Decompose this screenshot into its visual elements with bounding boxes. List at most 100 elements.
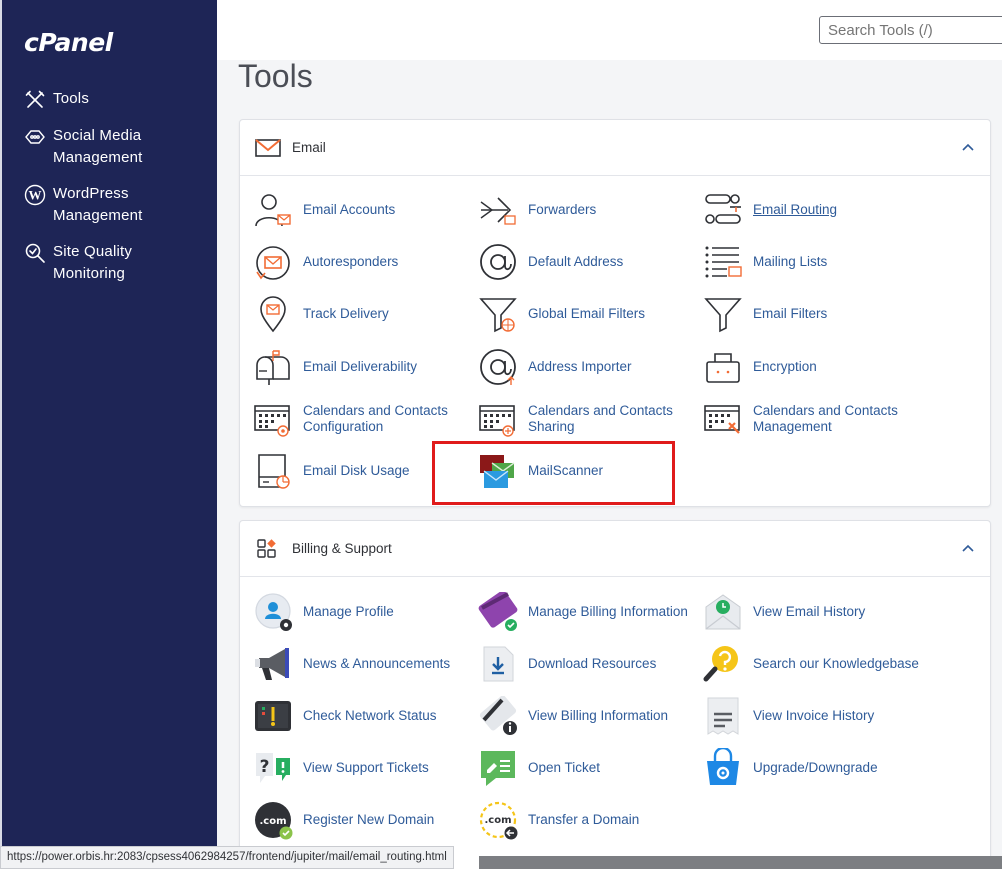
tool-label: Encryption — [753, 359, 817, 374]
sidebar-item-label: Social Media Management — [53, 127, 143, 166]
email-tool-email-disk-usage[interactable]: Email Disk Usage — [253, 451, 410, 491]
billing-tool-transfer-a-domain[interactable]: .com Transfer a Domain — [478, 800, 639, 840]
bottom-strip — [479, 856, 1002, 869]
billing-info-icon — [478, 696, 518, 736]
email-tool-address-importer[interactable]: Address Importer — [478, 347, 632, 387]
email-panel-header[interactable]: Email — [240, 120, 990, 176]
tool-label: News & Announcements — [303, 656, 451, 671]
tool-label: Upgrade/Downgrade — [753, 760, 878, 775]
email-tool-email-deliverability[interactable]: Email Deliverability — [253, 347, 417, 387]
tool-label: View Support Tickets — [303, 760, 429, 775]
email-tool-encryption[interactable]: Encryption — [703, 347, 817, 387]
tool-label: View Invoice History — [753, 708, 875, 723]
sidebar-item-label: Site Quality Monitoring — [53, 243, 133, 282]
calendars-management-icon — [703, 399, 743, 439]
billing-tool-open-ticket[interactable]: Open Ticket — [478, 748, 600, 788]
sidebar-item-site-quality[interactable]: Site Quality Monitoring — [2, 241, 217, 285]
email-tool-email-filters[interactable]: Email Filters — [703, 294, 827, 334]
billing-tool-upgrade-downgrade[interactable]: Upgrade/Downgrade — [703, 748, 878, 788]
tool-label: Manage Billing Information — [528, 604, 688, 619]
tool-label: Track Delivery — [303, 306, 389, 321]
page-title: Tools — [238, 58, 313, 94]
mailing-lists-icon — [703, 242, 743, 282]
email-routing-icon — [703, 190, 743, 230]
tool-label: Forwarders — [528, 202, 597, 217]
sidebar-item-tools[interactable]: Tools — [2, 88, 217, 111]
tool-label: Download Resources — [528, 656, 657, 671]
billing-tool-view-email-history[interactable]: View Email History — [703, 592, 865, 632]
address-importer-icon — [478, 347, 518, 387]
manage-profile-icon — [253, 592, 293, 632]
svg-text:W: W — [29, 188, 42, 203]
chevron-up-icon[interactable] — [962, 142, 974, 152]
billing-tool-register-new-domain[interactable]: .com Register New Domain — [253, 800, 434, 840]
billing-tool-download-resources[interactable]: Download Resources — [478, 644, 656, 684]
invoice-history-icon — [703, 696, 743, 736]
encryption-icon — [703, 347, 743, 387]
search-input[interactable] — [819, 16, 1002, 44]
email-tool-calendars-and-contacts-sharing[interactable]: Calendars and Contacts Sharing — [478, 399, 673, 439]
tool-label: Email Accounts — [303, 202, 396, 217]
billing-panel-header[interactable]: Billing & Support — [240, 521, 990, 577]
email-tool-email-accounts[interactable]: Email Accounts — [253, 190, 395, 230]
tool-label: Calendars and Contacts Configuration — [303, 403, 448, 434]
open-ticket-icon — [478, 748, 518, 788]
chevron-up-icon[interactable] — [962, 543, 974, 553]
sidebar-item-wordpress[interactable]: W WordPress Management — [2, 183, 217, 227]
svg-text:.com: .com — [484, 815, 511, 826]
billing-tool-news-and-announcements[interactable]: News & Announcements — [253, 644, 450, 684]
email-tool-calendars-and-contacts-management[interactable]: Calendars and Contacts Management — [703, 399, 898, 439]
autoresponders-icon — [253, 242, 293, 282]
tool-label: Email Disk Usage — [303, 463, 410, 478]
billing-tool-check-network-status[interactable]: Check Network Status — [253, 696, 437, 736]
grid-icon — [257, 539, 276, 558]
email-tool-calendars-and-contacts-configuration[interactable]: Calendars and Contacts Configuration — [253, 399, 448, 439]
email-tool-global-email-filters[interactable]: Global Email Filters — [478, 294, 645, 334]
sidebar-item-label: Tools — [53, 90, 90, 107]
tool-label: Default Address — [528, 254, 624, 269]
global-email-filters-icon — [478, 294, 518, 334]
email-tool-mailing-lists[interactable]: Mailing Lists — [703, 242, 827, 282]
sidebar-item-label: WordPress Management — [53, 185, 143, 224]
tool-label: Email Deliverability — [303, 359, 418, 374]
billing-tool-view-invoice-history[interactable]: View Invoice History — [703, 696, 874, 736]
email-filters-icon — [703, 294, 743, 334]
download-icon — [478, 644, 518, 684]
email-tool-track-delivery[interactable]: Track Delivery — [253, 294, 389, 334]
site-quality-icon — [25, 243, 45, 263]
top-bar — [217, 0, 1002, 60]
tool-label: Global Email Filters — [528, 306, 646, 321]
email-tool-forwarders[interactable]: Forwarders — [478, 190, 596, 230]
tool-label: Open Ticket — [528, 760, 601, 775]
social-media-icon — [25, 130, 45, 144]
billing-tool-manage-profile[interactable]: Manage Profile — [253, 592, 394, 632]
billing-panel-title: Billing & Support — [292, 541, 392, 556]
email-tool-autoresponders[interactable]: Autoresponders — [253, 242, 398, 282]
tools-icon — [25, 90, 45, 108]
tool-label: View Billing Information — [528, 708, 669, 723]
megaphone-icon — [253, 644, 293, 684]
mailscanner-highlight-box — [432, 441, 675, 505]
email-accounts-icon — [253, 190, 293, 230]
tool-label: Mailing Lists — [753, 254, 828, 269]
email-tool-email-routing[interactable]: Email Routing — [703, 190, 837, 230]
upgrade-icon — [703, 748, 743, 788]
tool-label: Register New Domain — [303, 812, 435, 827]
calendars-configuration-icon — [253, 399, 293, 439]
tool-label: Manage Profile — [303, 604, 394, 619]
cpanel-logo[interactable]: cPanel — [24, 28, 113, 57]
sidebar: cPanel Tools Social Media Management W W… — [0, 0, 217, 869]
email-tool-default-address[interactable]: Default Address — [478, 242, 623, 282]
envelope-icon — [255, 139, 281, 157]
tool-label: Autoresponders — [303, 254, 399, 269]
billing-tool-view-support-tickets[interactable]: ? View Support Tickets — [253, 748, 429, 788]
billing-tool-view-billing-information[interactable]: View Billing Information — [478, 696, 668, 736]
forwarders-icon — [478, 190, 518, 230]
sidebar-item-social-media[interactable]: Social Media Management — [2, 125, 217, 169]
network-status-icon — [253, 696, 293, 736]
billing-tool-manage-billing-information[interactable]: Manage Billing Information — [478, 592, 688, 632]
tool-label: Check Network Status — [303, 708, 437, 723]
sidebar-nav: Tools Social Media Management W WordPres… — [2, 88, 217, 299]
billing-tool-search-our-knowledgebase[interactable]: Search our Knowledgebase — [703, 644, 919, 684]
tool-label: Search our Knowledgebase — [753, 656, 919, 671]
